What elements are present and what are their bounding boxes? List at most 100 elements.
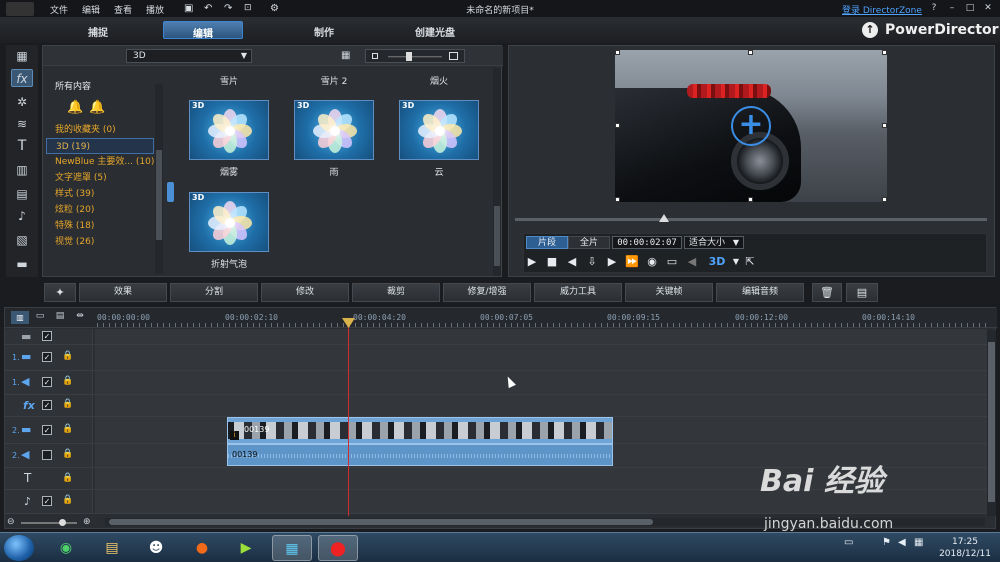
audio-mixing-room-icon[interactable]: ▤ <box>11 185 33 203</box>
keyboard-tray-icon[interactable]: ▭ <box>844 537 853 548</box>
chapter-room-icon[interactable]: ▧ <box>11 231 33 249</box>
scroll-thumb[interactable] <box>156 150 162 240</box>
track-lane[interactable] <box>95 395 987 416</box>
qq-icon[interactable]: ☻ <box>136 535 176 561</box>
category-item[interactable]: 视觉 (26) <box>46 234 154 250</box>
track-manager-icon[interactable]: ▤ <box>53 311 67 324</box>
category-dropdown[interactable]: 3D ▼ <box>126 49 252 63</box>
start-button-icon[interactable] <box>4 535 34 561</box>
directorzone-login-link[interactable]: 登录 DirectorZone <box>842 3 922 16</box>
category-item[interactable]: 样式 (39) <box>46 186 154 202</box>
track-enable-checkbox[interactable]: ✓ <box>42 400 52 410</box>
screen-recorder-icon[interactable]: ⬤ <box>318 535 358 561</box>
fast-forward-icon[interactable]: ⏩ <box>624 254 640 270</box>
resize-handle[interactable] <box>882 123 887 128</box>
save-icon[interactable]: ▣ <box>184 3 193 14</box>
lock-icon[interactable]: 🔒 <box>62 424 73 434</box>
split-button[interactable]: 分割 <box>170 283 258 302</box>
move-crosshair-icon[interactable]: + <box>731 106 771 146</box>
menu-file[interactable]: 文件 <box>50 3 68 16</box>
keyframe-button[interactable]: 关键帧 <box>625 283 713 302</box>
timeline-vertical-scrollbar[interactable] <box>987 330 996 516</box>
360-browser-icon[interactable]: ◉ <box>46 535 86 561</box>
resize-handle[interactable] <box>748 50 753 55</box>
modify-button[interactable]: 修改 <box>261 283 349 302</box>
fix-enhance-button[interactable]: 修复/增强 <box>443 283 531 302</box>
previous-frame-icon[interactable]: ◀ <box>564 254 580 270</box>
slider-knob[interactable] <box>406 52 412 61</box>
timeline-ruler[interactable]: ▥ ▭ ▤ ⇹ 00:00:00:00 00:00:02:10 00:00:04… <box>5 308 997 328</box>
zoom-out-icon[interactable]: ⊖ <box>7 517 15 527</box>
transition-room-icon[interactable]: ▥ <box>11 161 33 179</box>
subtitle-room-icon[interactable]: ▬ <box>11 255 33 273</box>
play-icon[interactable]: ▶ <box>524 254 540 270</box>
scroll-thumb[interactable] <box>109 519 653 525</box>
lock-icon[interactable]: 🔒 <box>62 449 73 459</box>
track-lane[interactable] <box>95 329 987 344</box>
track-enable-checkbox[interactable]: ✓ <box>42 425 52 435</box>
category-item[interactable]: 特殊 (18) <box>46 218 154 234</box>
remove-tag-icon[interactable]: 🔔 <box>89 100 105 116</box>
effect-thumbnail[interactable]: 3D <box>189 100 269 160</box>
system-clock[interactable]: 17:25 2018/12/11 <box>935 536 995 560</box>
volume-icon[interactable]: ◀ <box>684 254 700 270</box>
flag-tray-icon[interactable]: ⚑ <box>882 537 891 548</box>
resize-handle[interactable] <box>748 197 753 202</box>
resize-handle[interactable] <box>615 197 620 202</box>
maximize-button[interactable]: □ <box>964 2 976 15</box>
tab-capture[interactable]: 捕捉 <box>58 24 138 39</box>
firefox-icon[interactable]: ● <box>182 535 222 561</box>
split-icon[interactable]: ⇩ <box>584 254 600 270</box>
power-tools-button[interactable]: 威力工具 <box>534 283 622 302</box>
category-item[interactable]: 炫粒 (20) <box>46 202 154 218</box>
effect-thumbnail[interactable]: 3D <box>399 100 479 160</box>
3d-mode-button[interactable]: 3D <box>706 254 728 270</box>
next-frame-icon[interactable]: ▶ <box>604 254 620 270</box>
audio-clip[interactable]: 00139 <box>227 444 613 466</box>
info-icon[interactable]: i <box>230 431 239 440</box>
video-clip[interactable]: 00139 i <box>227 417 613 444</box>
tab-create-disc[interactable]: 创建光盘 <box>395 24 475 39</box>
menu-edit[interactable]: 编辑 <box>82 3 100 16</box>
powerdirector-taskbar-icon[interactable]: ▦ <box>272 535 312 561</box>
track-lane[interactable] <box>95 371 987 394</box>
menu-view[interactable]: 查看 <box>114 3 132 16</box>
track-lane[interactable] <box>95 345 987 370</box>
zoom-knob[interactable] <box>59 519 66 526</box>
track-enable-checkbox[interactable]: ✓ <box>42 352 52 362</box>
timeline-view-icon[interactable]: ▥ <box>11 311 29 324</box>
track-enable-checkbox[interactable]: ✓ <box>42 331 52 341</box>
preview-quality-icon[interactable]: ▭ <box>664 254 680 270</box>
settings-gear-icon[interactable]: ⚙ <box>270 3 279 14</box>
effect-thumbnail[interactable]: 3D <box>189 192 269 252</box>
edit-audio-button[interactable]: 编辑音频 <box>716 283 804 302</box>
media-app-icon[interactable]: ▶ <box>226 535 266 561</box>
thumbnail-size-slider[interactable] <box>365 49 465 63</box>
lock-icon[interactable]: 🔒 <box>62 376 73 386</box>
category-item[interactable]: NewBlue 主要效... (10) <box>46 154 154 170</box>
trim-button[interactable]: 裁剪 <box>352 283 440 302</box>
menu-play[interactable]: 播放 <box>146 3 164 16</box>
movie-mode-button[interactable]: 全片 <box>568 236 610 249</box>
tab-edit[interactable]: 编辑 <box>163 21 243 40</box>
lock-icon[interactable]: 🔒 <box>62 473 73 483</box>
track-enable-checkbox[interactable]: ✓ <box>42 496 52 506</box>
category-item[interactable]: 我的收藏夹 (0) <box>46 122 154 138</box>
category-item[interactable]: 文字遮罩 (5) <box>46 170 154 186</box>
snapshot-camera-icon[interactable]: ◉ <box>644 254 660 270</box>
add-favorite-tag-icon[interactable]: 🔔 <box>67 100 83 116</box>
volume-tray-icon[interactable]: ◀ <box>898 537 906 548</box>
library-scrollbar[interactable] <box>493 68 501 276</box>
preview-scrubber[interactable] <box>515 214 987 222</box>
trash-icon[interactable]: 🗑 <box>812 283 842 302</box>
clip-mode-button[interactable]: 片段 <box>526 236 568 249</box>
fullscreen-icon[interactable]: ⊡ <box>244 3 252 13</box>
zoom-in-icon[interactable]: ⊕ <box>83 517 91 527</box>
lock-icon[interactable]: 🔒 <box>62 351 73 361</box>
effect-room-icon[interactable]: fx <box>11 69 33 87</box>
scroll-thumb[interactable] <box>494 206 500 266</box>
particle-room-icon[interactable]: ≋ <box>11 115 33 133</box>
grid-view-icon[interactable]: ▦ <box>341 50 353 62</box>
tab-produce[interactable]: 制作 <box>284 24 364 39</box>
upgrade-arrow-icon[interactable]: ↑ <box>862 22 878 38</box>
